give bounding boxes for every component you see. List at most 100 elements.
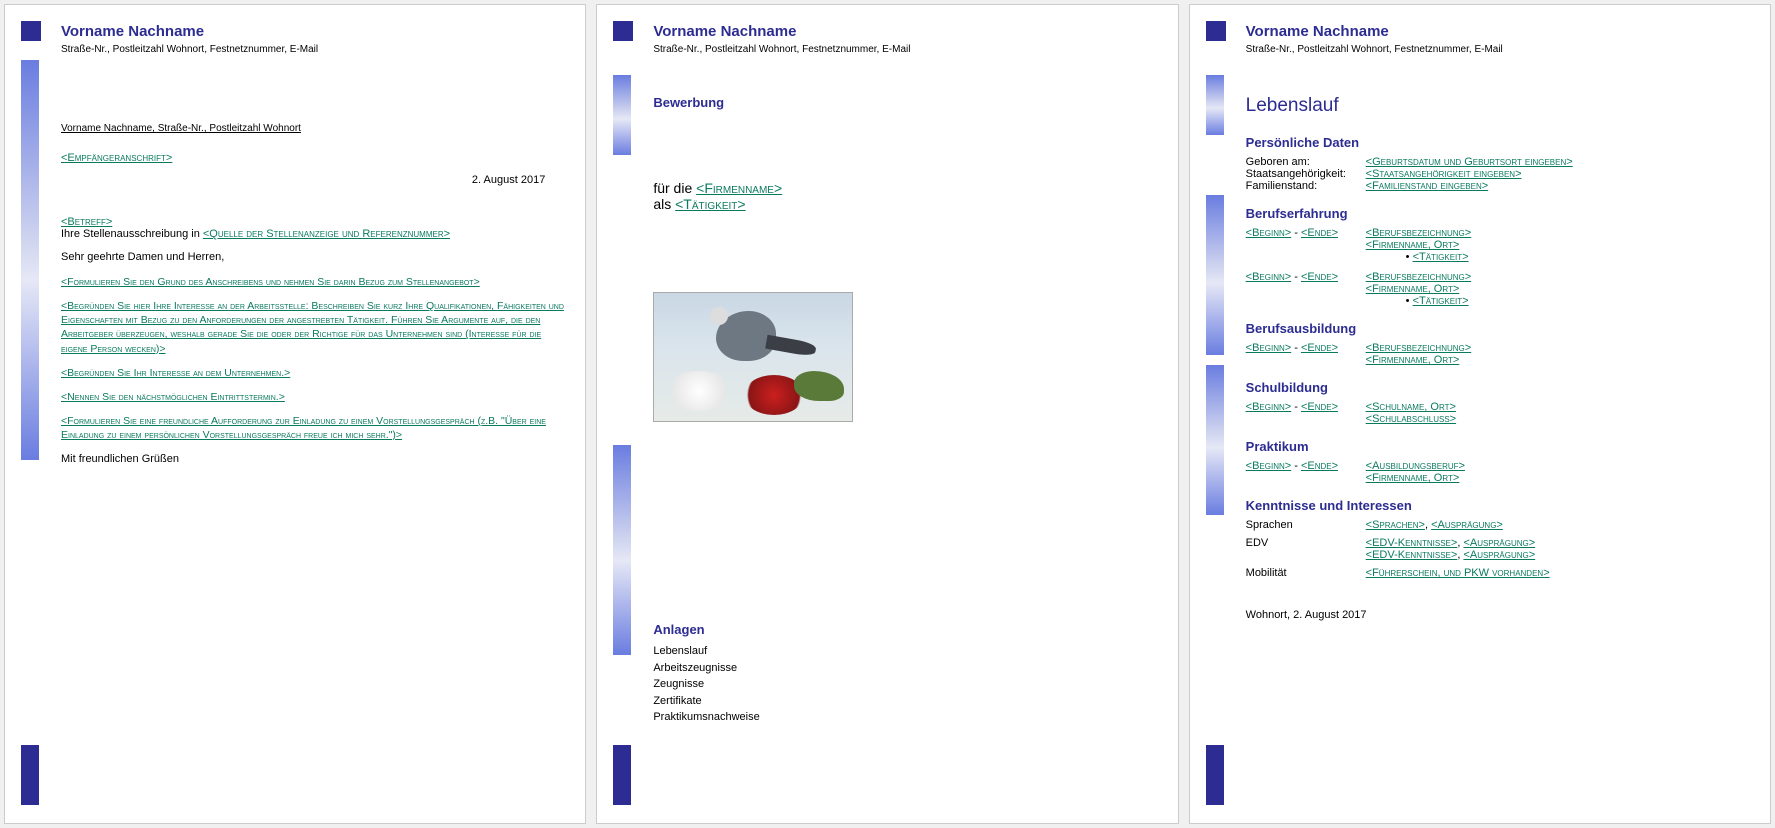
born-field[interactable]: <Geburtsdatum und Geburtsort eingeben>	[1366, 156, 1573, 168]
for-prefix: für die	[653, 180, 696, 196]
deco-box-bottom	[613, 745, 631, 805]
page-cover-letter: Vorname Nachname Straße-Nr., Postleitzah…	[4, 4, 586, 824]
date-range: <Beginn> - <Ende>	[1246, 342, 1366, 366]
deco-box	[613, 21, 633, 41]
schoolname-field[interactable]: <Schulname, Ort>	[1366, 401, 1456, 413]
internjob-field[interactable]: <Ausbildungsberuf>	[1366, 460, 1465, 472]
header-name: Vorname Nachname	[61, 23, 565, 40]
activity-field[interactable]: <Tätigkeit>	[1413, 251, 1469, 263]
edv-field[interactable]: <EDV-Kenntnisse>	[1366, 549, 1458, 561]
mobility-field[interactable]: <Führerschein, und PKW vorhanden>	[1366, 567, 1550, 579]
attachment-item: Lebenslauf	[653, 643, 1157, 660]
sender-line: Vorname Nachname, Straße-Nr., Postleitza…	[61, 123, 565, 134]
begin-field[interactable]: <Beginn>	[1246, 401, 1292, 413]
end-field[interactable]: <Ende>	[1301, 227, 1338, 239]
level-field[interactable]: <Ausprägung>	[1463, 549, 1535, 561]
section-experience: Berufserfahrung	[1246, 206, 1750, 221]
deco-box	[1206, 21, 1226, 41]
for-line: für die <Firmenname>	[653, 180, 1157, 196]
jobtitle-field[interactable]: <Berufsbezeichnung>	[1366, 342, 1472, 354]
date-range: <Beginn> - <Ende>	[1246, 401, 1366, 425]
recipient-field[interactable]: <Empfängeranschrift>	[61, 152, 172, 164]
deco-box	[21, 21, 41, 41]
begin-field[interactable]: <Beginn>	[1246, 271, 1292, 283]
company-field[interactable]: <Firmenname, Ort>	[1366, 472, 1460, 484]
date-range: <Beginn> - <Ende>	[1246, 460, 1366, 484]
subject-field[interactable]: <Betreff>	[61, 216, 112, 228]
section-intern: Praktikum	[1246, 439, 1750, 454]
as-line: als <Tätigkeit>	[653, 196, 1157, 212]
section-skills: Kenntnisse und Interessen	[1246, 498, 1750, 513]
subject-source-field[interactable]: <Quelle der Stellenanzeige und Referenzn…	[203, 228, 450, 240]
header-address: Straße-Nr., Postleitzahl Wohnort, Festne…	[653, 44, 1157, 55]
deco-box-bottom	[21, 745, 39, 805]
deco-gradient-2	[613, 445, 631, 655]
p5-field[interactable]: <Formulieren Sie eine freundliche Auffor…	[61, 415, 546, 441]
section-personal: Persönliche Daten	[1246, 135, 1750, 150]
p1-field[interactable]: <Formulieren Sie den Grund des Anschreib…	[61, 276, 480, 288]
begin-field[interactable]: <Beginn>	[1246, 460, 1292, 472]
bird-shape	[716, 311, 776, 361]
mobility-label: Mobilität	[1246, 567, 1366, 579]
p4-field[interactable]: <Nennen Sie den nächstmöglichen Eintritt…	[61, 391, 285, 403]
edv-field[interactable]: <EDV-Kenntnisse>	[1366, 537, 1458, 549]
section-training: Berufsausbildung	[1246, 321, 1750, 336]
page-application-cover: Vorname Nachname Straße-Nr., Postleitzah…	[596, 4, 1178, 824]
attachment-item: Praktikumsnachweise	[653, 709, 1157, 726]
activity-field[interactable]: <Tätigkeit>	[1413, 295, 1469, 307]
nationality-field[interactable]: <Staatsangehörigkeit eingeben>	[1366, 168, 1522, 180]
end-field[interactable]: <Ende>	[1301, 401, 1338, 413]
jobtitle-field[interactable]: <Berufsbezeichnung>	[1366, 271, 1472, 283]
begin-field[interactable]: <Beginn>	[1246, 227, 1292, 239]
leaf-shape	[794, 371, 844, 401]
page-cv: Vorname Nachname Straße-Nr., Postleitzah…	[1189, 4, 1771, 824]
company-field[interactable]: <Firmenname, Ort>	[1366, 239, 1460, 251]
header-address: Straße-Nr., Postleitzahl Wohnort, Festne…	[1246, 44, 1750, 55]
company-field[interactable]: <Firmenname>	[696, 180, 782, 196]
cv-footer: Wohnort, 2. August 2017	[1246, 609, 1750, 621]
level-field[interactable]: <Ausprägung>	[1463, 537, 1535, 549]
attachment-item: Zertifikate	[653, 693, 1157, 710]
lang-field[interactable]: <Sprachen>	[1366, 519, 1425, 531]
end-field[interactable]: <Ende>	[1301, 271, 1338, 283]
header-address: Straße-Nr., Postleitzahl Wohnort, Festne…	[61, 44, 565, 55]
photo-placeholder	[653, 292, 853, 422]
deco-gradient	[613, 75, 631, 155]
deco-grad-2	[1206, 195, 1224, 355]
attachment-item: Arbeitszeugnisse	[653, 660, 1157, 677]
flower-white	[664, 371, 734, 411]
date-range: <Beginn> - <Ende>	[1246, 227, 1366, 263]
header-name: Vorname Nachname	[653, 23, 1157, 40]
p2-field[interactable]: <Begründen Sie hier Ihre Interesse an de…	[61, 300, 564, 355]
schooldegree-field[interactable]: <Schulabschluss>	[1366, 413, 1456, 425]
deco-grad-3	[1206, 365, 1224, 515]
born-label: Geboren am:	[1246, 156, 1366, 168]
subject-prefix: Ihre Stellenausschreibung in	[61, 228, 203, 240]
application-title: Bewerbung	[653, 95, 1157, 110]
level-field[interactable]: <Ausprägung>	[1431, 519, 1503, 531]
company-field[interactable]: <Firmenname, Ort>	[1366, 354, 1460, 366]
attachment-item: Zeugnisse	[653, 676, 1157, 693]
p3-field[interactable]: <Begründen Sie Ihr Interesse an dem Unte…	[61, 367, 290, 379]
end-field[interactable]: <Ende>	[1301, 460, 1338, 472]
begin-field[interactable]: <Beginn>	[1246, 342, 1292, 354]
closing: Mit freundlichen Grüßen	[61, 452, 565, 467]
deco-box-bottom	[1206, 745, 1224, 805]
family-label: Familienstand:	[1246, 180, 1366, 192]
attachments-title: Anlagen	[653, 622, 1157, 637]
end-field[interactable]: <Ende>	[1301, 342, 1338, 354]
deco-gradient	[21, 60, 39, 460]
lang-label: Sprachen	[1246, 519, 1366, 531]
cv-title: Lebenslauf	[1246, 95, 1750, 117]
letter-date: 2. August 2017	[61, 174, 545, 186]
activity-field[interactable]: <Tätigkeit>	[675, 196, 745, 212]
family-field[interactable]: <Familienstand eingeben>	[1366, 180, 1489, 192]
as-prefix: als	[653, 196, 675, 212]
nationality-label: Staatsangehörigkeit:	[1246, 168, 1366, 180]
jobtitle-field[interactable]: <Berufsbezeichnung>	[1366, 227, 1472, 239]
header-name: Vorname Nachname	[1246, 23, 1750, 40]
salutation: Sehr geehrte Damen und Herren,	[61, 250, 565, 265]
edv-label: EDV	[1246, 537, 1366, 561]
company-field[interactable]: <Firmenname, Ort>	[1366, 283, 1460, 295]
date-range: <Beginn> - <Ende>	[1246, 271, 1366, 307]
